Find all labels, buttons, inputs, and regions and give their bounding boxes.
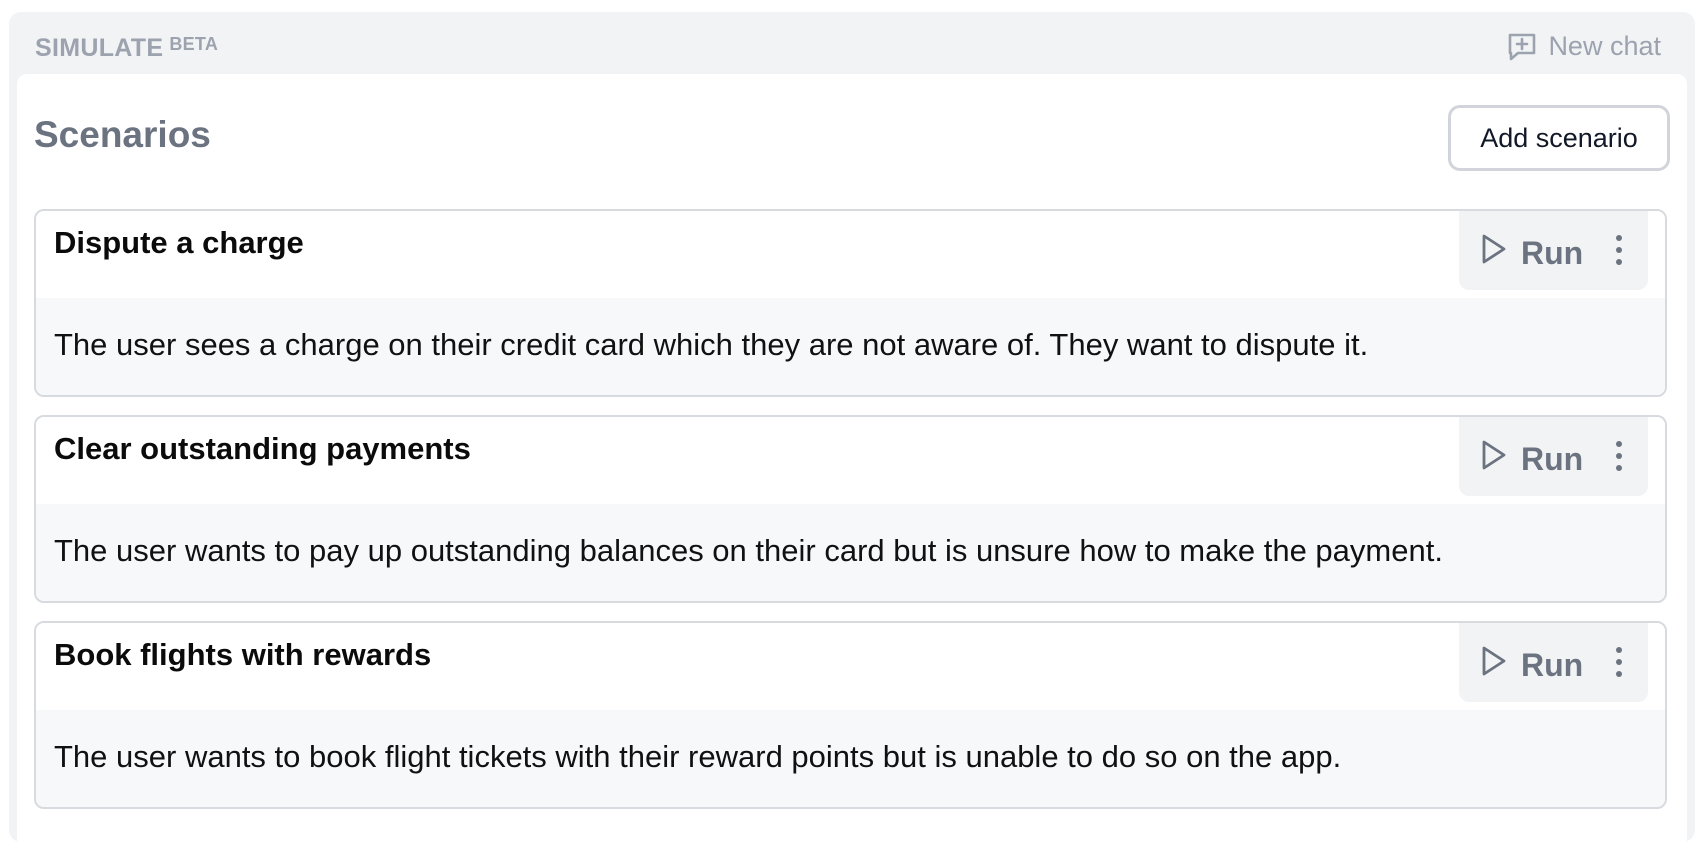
run-label: Run [1521,440,1584,477]
new-chat-label: New chat [1548,30,1661,61]
scenario-description: The user wants to book flight tickets wi… [54,739,1342,774]
message-plus-icon [1506,30,1538,62]
scenario-title: Dispute a charge [54,225,304,260]
new-chat-button[interactable]: New chat [1506,30,1661,62]
panel-header: SIMULATE BETA New chat [9,12,1695,74]
scenario-body: The user sees a charge on their credit c… [36,298,1665,395]
run-label: Run [1521,234,1584,271]
more-options-button[interactable] [1612,439,1626,473]
scenario-description: The user sees a charge on their credit c… [54,327,1369,362]
scenario-actions: Run [1459,211,1648,290]
more-vertical-icon [1612,647,1626,683]
more-vertical-icon [1612,441,1626,477]
scenario-header: Dispute a charge Run [36,211,1665,298]
play-icon [1481,645,1507,685]
simulate-brand: SIMULATE BETA [35,34,218,63]
scenario-description: The user wants to pay up outstanding bal… [54,533,1443,568]
more-options-button[interactable] [1612,233,1626,267]
scenario-body: The user wants to book flight tickets wi… [36,710,1665,807]
play-icon [1481,439,1507,479]
scenario-header: Book flights with rewards Run [36,623,1665,710]
simulate-panel: SIMULATE BETA New chat Scenarios Add scen… [9,12,1695,854]
run-button[interactable]: Run [1481,645,1583,685]
scenario-actions: Run [1459,417,1648,496]
scenario-card: Book flights with rewards Run The user w… [34,621,1667,809]
scenario-header: Clear outstanding payments Run [36,417,1665,504]
scenarios-card: Scenarios Add scenario Dispute a charge … [17,74,1687,854]
scenario-card: Clear outstanding payments Run The user … [34,415,1667,603]
add-scenario-button[interactable]: Add scenario [1448,105,1670,171]
scenario-title: Clear outstanding payments [54,431,471,466]
scenarios-title: Scenarios [34,114,211,155]
beta-badge: BETA [169,34,219,54]
run-button[interactable]: Run [1481,439,1583,479]
run-button[interactable]: Run [1481,233,1583,273]
scenario-title: Book flights with rewards [54,637,432,672]
brand-label: SIMULATE [35,34,164,62]
run-label: Run [1521,646,1584,683]
scenario-body: The user wants to pay up outstanding bal… [36,504,1665,601]
more-vertical-icon [1612,235,1626,271]
play-icon [1481,233,1507,273]
more-options-button[interactable] [1612,645,1626,679]
scenario-actions: Run [1459,623,1648,702]
scenario-card: Dispute a charge Run The user sees a cha… [34,209,1667,397]
